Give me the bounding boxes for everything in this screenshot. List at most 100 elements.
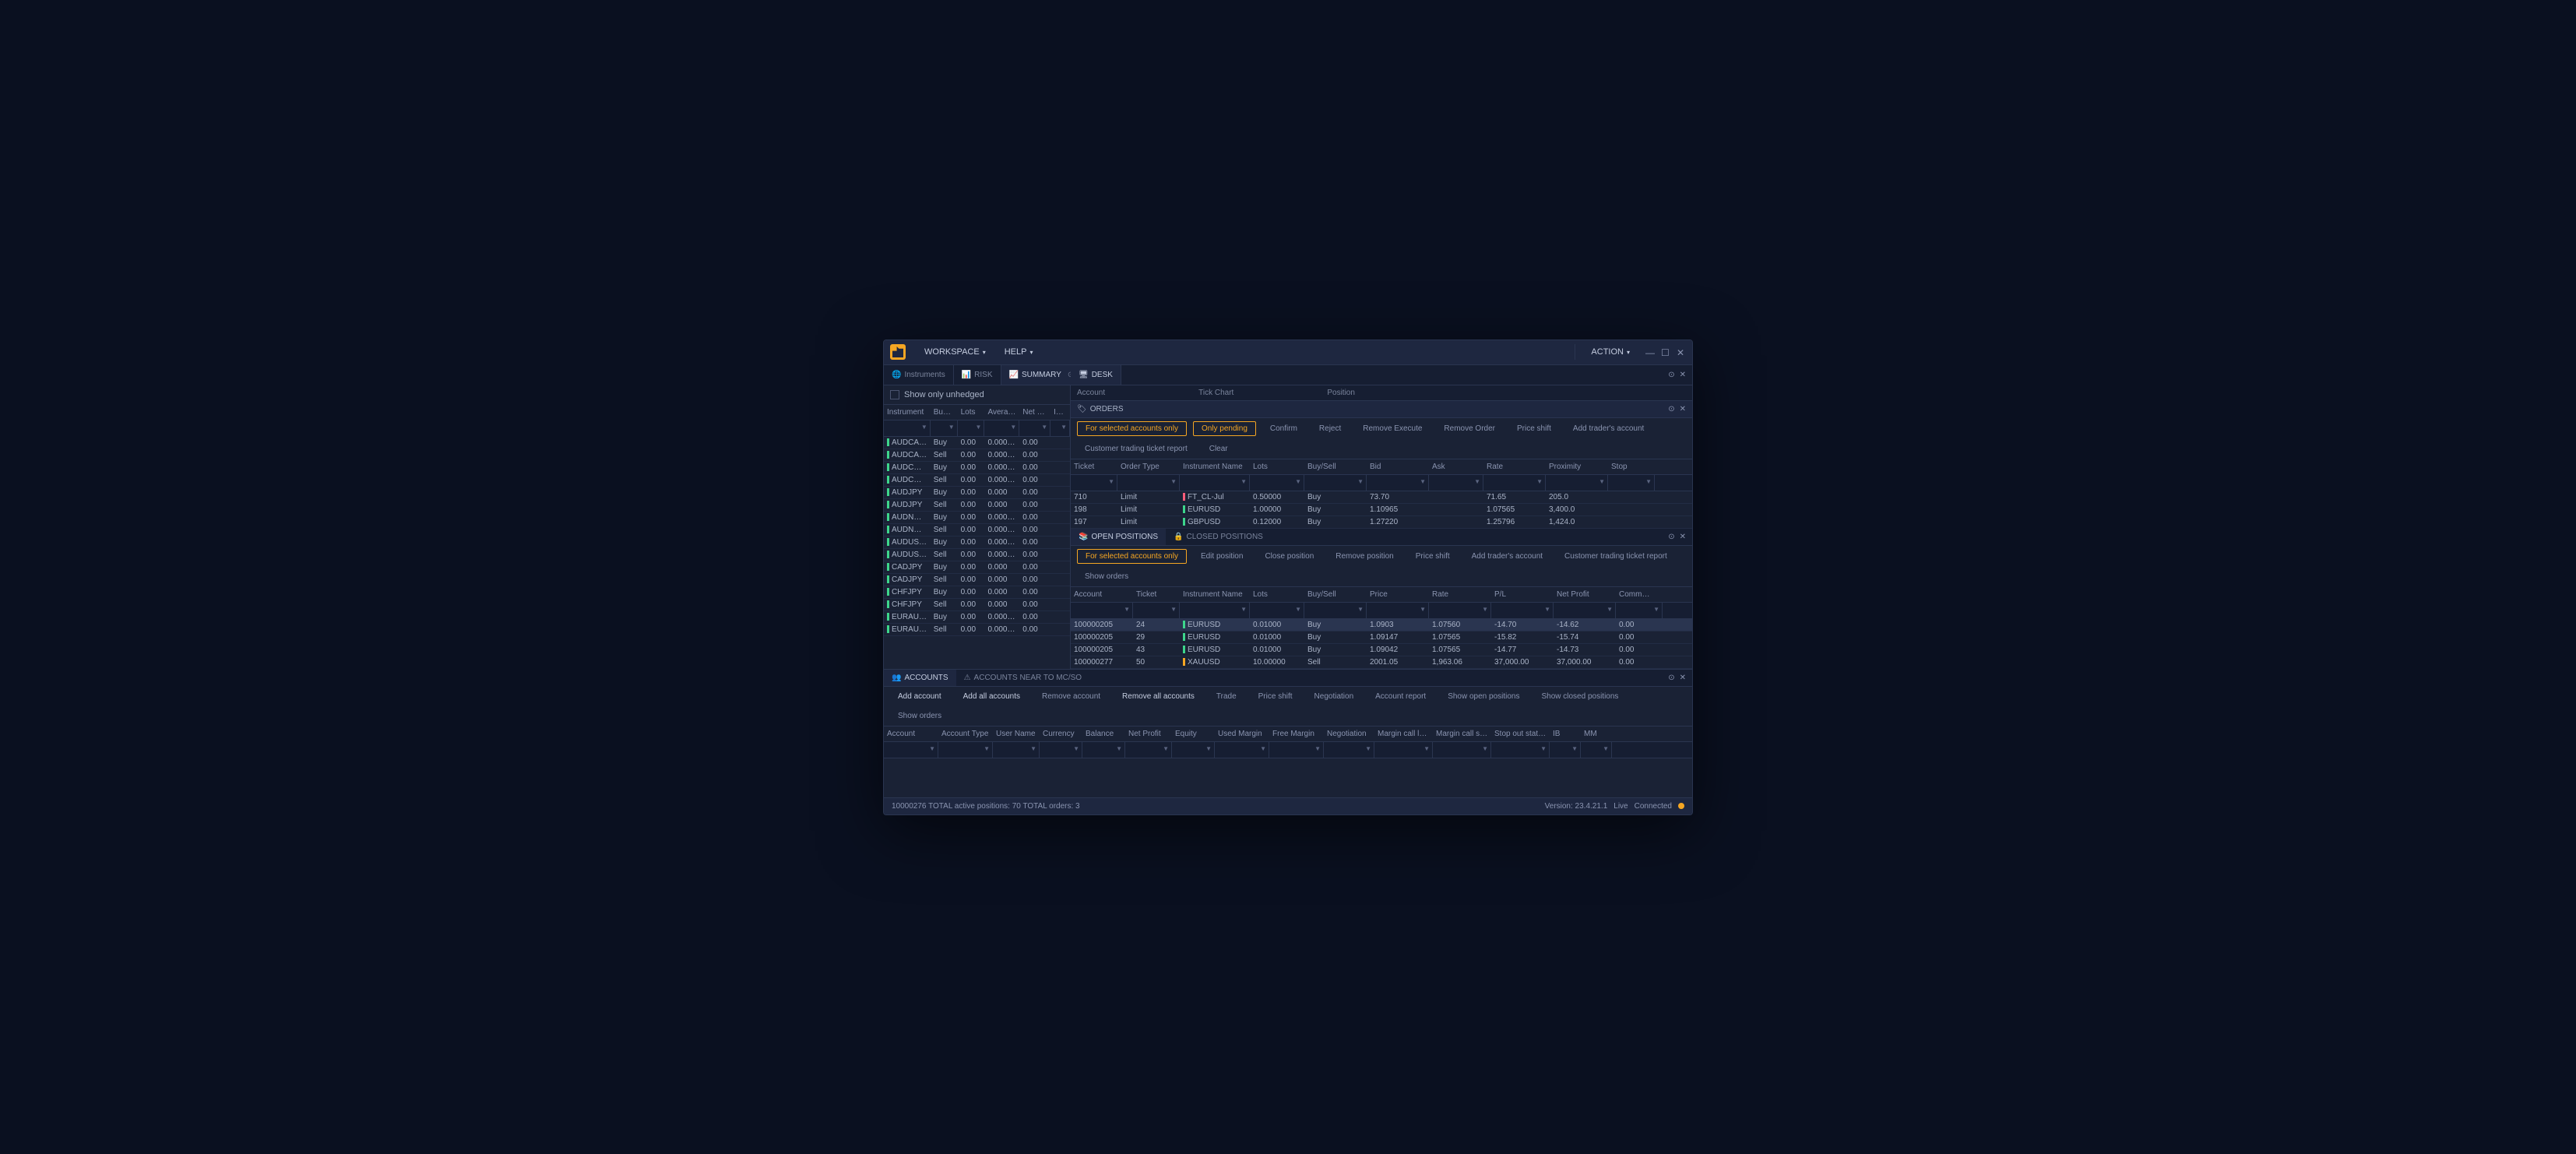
position-row[interactable]: 10000020524EURUSD0.01000Buy1.09031.07560…: [1071, 619, 1692, 632]
filter-cell[interactable]: ▼: [1050, 420, 1070, 436]
order-row[interactable]: 198LimitEURUSD1.00000Buy1.109651.075653,…: [1071, 504, 1692, 516]
filter-cell[interactable]: ▼: [1616, 603, 1663, 618]
position-row[interactable]: 10000027750XAUUSD10.00000Sell2001.051,96…: [1071, 656, 1692, 669]
position-row[interactable]: 10000020543EURUSD0.01000Buy1.090421.0756…: [1071, 644, 1692, 656]
summary-row[interactable]: CHFJPYBuy0.000.0000.00: [884, 586, 1070, 599]
filter-cell[interactable]: ▼: [1071, 475, 1117, 491]
confirm-button[interactable]: Confirm: [1262, 422, 1305, 435]
filter-cell[interactable]: ▼: [958, 420, 985, 436]
help-menu[interactable]: HELP▾: [995, 340, 1043, 364]
price-shift-button[interactable]: Price shift: [1251, 690, 1300, 703]
close-icon[interactable]: ✕: [1680, 533, 1686, 541]
filter-cell[interactable]: ▼: [931, 420, 958, 436]
filter-cell[interactable]: ▼: [1250, 603, 1304, 618]
summary-row[interactable]: EURAU…Sell0.000.0000C0.00: [884, 624, 1070, 636]
summary-row[interactable]: AUDN…Sell0.000.0000C0.00: [884, 524, 1070, 537]
show-open-positions-button[interactable]: Show open positions: [1440, 690, 1527, 703]
summary-row[interactable]: AUDC…Sell0.000.0000C0.00: [884, 474, 1070, 487]
filter-cell[interactable]: ▼: [1180, 475, 1250, 491]
position-row[interactable]: 10000020529EURUSD0.01000Buy1.091471.0756…: [1071, 632, 1692, 644]
clear-button[interactable]: Clear: [1202, 442, 1236, 456]
summary-row[interactable]: AUDCA…Sell0.000.0000C0.00: [884, 449, 1070, 462]
summary-row[interactable]: AUDCA…Buy0.000.0000C0.00: [884, 437, 1070, 449]
filter-cell[interactable]: ▼: [1491, 742, 1550, 758]
filter-cell[interactable]: ▼: [1367, 603, 1429, 618]
filter-cell[interactable]: ▼: [1429, 475, 1483, 491]
summary-row[interactable]: EURAU…Buy0.000.0000C0.00: [884, 611, 1070, 624]
filter-cell[interactable]: ▼: [1180, 603, 1250, 618]
order-row[interactable]: 197LimitGBPUSD0.12000Buy1.272201.257961,…: [1071, 516, 1692, 529]
summary-row[interactable]: AUDUS…Buy0.000.0000C0.00: [884, 537, 1070, 549]
filter-cell[interactable]: ▼: [1172, 742, 1215, 758]
unhedged-checkbox[interactable]: [890, 390, 899, 399]
close-icon[interactable]: ✕: [1680, 405, 1686, 413]
filter-cell[interactable]: ▼: [938, 742, 993, 758]
show-orders-button[interactable]: Show orders: [1077, 570, 1136, 583]
filter-cell[interactable]: ▼: [884, 742, 938, 758]
ticket-report-button[interactable]: Customer trading ticket report: [1077, 442, 1195, 456]
filter-cell[interactable]: ▼: [1550, 742, 1581, 758]
for-selected-only-button[interactable]: For selected accounts only: [1077, 421, 1187, 436]
close-icon[interactable]: ✕: [1680, 674, 1686, 682]
close-icon[interactable]: ✕: [1680, 371, 1686, 379]
show-orders-button[interactable]: Show orders: [890, 709, 949, 723]
show-closed-positions-button[interactable]: Show closed positions: [1533, 690, 1626, 703]
workspace-menu[interactable]: WORKSPACE▾: [915, 340, 995, 364]
edit-position-button[interactable]: Edit position: [1193, 550, 1251, 563]
account-report-button[interactable]: Account report: [1367, 690, 1434, 703]
summary-row[interactable]: CADJPYSell0.000.0000.00: [884, 574, 1070, 586]
remove-order-button[interactable]: Remove Order: [1436, 422, 1503, 435]
filter-cell[interactable]: ▼: [1125, 742, 1172, 758]
pin-icon[interactable]: ⊙: [1668, 674, 1674, 682]
add-all-accounts-button[interactable]: Add all accounts: [955, 690, 1028, 703]
filter-cell[interactable]: ▼: [1082, 742, 1125, 758]
filter-cell[interactable]: ▼: [1367, 475, 1429, 491]
trade-button[interactable]: Trade: [1209, 690, 1244, 703]
summary-row[interactable]: AUDUS…Sell0.000.0000C0.00: [884, 549, 1070, 561]
tab-instruments[interactable]: 🌐Instruments: [884, 365, 954, 385]
tab-accounts-near-mc[interactable]: ⚠ACCOUNTS NEAR TO MC/SO: [956, 670, 1090, 686]
for-selected-only-button[interactable]: For selected accounts only: [1077, 549, 1187, 564]
remove-account-button[interactable]: Remove account: [1034, 690, 1108, 703]
filter-cell[interactable]: ▼: [1117, 475, 1180, 491]
remove-execute-button[interactable]: Remove Execute: [1355, 422, 1430, 435]
filter-cell[interactable]: ▼: [1269, 742, 1324, 758]
filter-cell[interactable]: ▼: [884, 420, 931, 436]
action-menu[interactable]: ACTION▾: [1582, 340, 1639, 364]
ticket-report-button[interactable]: Customer trading ticket report: [1557, 550, 1675, 563]
summary-row[interactable]: AUDJPYSell0.000.0000.00: [884, 499, 1070, 512]
filter-cell[interactable]: ▼: [1483, 475, 1546, 491]
summary-row[interactable]: CADJPYBuy0.000.0000.00: [884, 561, 1070, 574]
filter-cell[interactable]: ▼: [1581, 742, 1612, 758]
filter-cell[interactable]: ▼: [1374, 742, 1433, 758]
filter-cell[interactable]: ▼: [1546, 475, 1608, 491]
filter-cell[interactable]: ▼: [993, 742, 1040, 758]
filter-cell[interactable]: ▼: [1554, 603, 1616, 618]
remove-position-button[interactable]: Remove position: [1328, 550, 1401, 563]
close-position-button[interactable]: Close position: [1257, 550, 1321, 563]
add-account-button[interactable]: Add account: [890, 690, 949, 703]
filter-cell[interactable]: ▼: [1491, 603, 1554, 618]
tab-desk[interactable]: 🖥DESK: [1071, 365, 1121, 385]
tab-open-positions[interactable]: 📚OPEN POSITIONS: [1071, 529, 1166, 545]
close-button[interactable]: ✕: [1677, 347, 1686, 357]
maximize-button[interactable]: ☐: [1661, 347, 1670, 357]
pin-icon[interactable]: ⊙: [1668, 405, 1674, 413]
price-shift-button[interactable]: Price shift: [1408, 550, 1458, 563]
order-row[interactable]: 710LimitFT_CL-Jul0.50000Buy73.7071.65205…: [1071, 491, 1692, 504]
filter-cell[interactable]: ▼: [1608, 475, 1655, 491]
pin-icon[interactable]: ⊙: [1668, 533, 1674, 541]
summary-row[interactable]: CHFJPYSell0.000.0000.00: [884, 599, 1070, 611]
negotiation-button[interactable]: Negotiation: [1307, 690, 1362, 703]
filter-cell[interactable]: ▼: [1304, 603, 1367, 618]
tab-risk[interactable]: 📊RISK: [954, 365, 1001, 385]
tab-closed-positions[interactable]: 🔒CLOSED POSITIONS: [1166, 529, 1271, 545]
minimize-button[interactable]: —: [1645, 347, 1655, 357]
filter-cell[interactable]: ▼: [1133, 603, 1180, 618]
pin-icon[interactable]: ⊙: [1668, 371, 1674, 379]
filter-cell[interactable]: ▼: [1250, 475, 1304, 491]
summary-row[interactable]: AUDC…Buy0.000.0000C0.00: [884, 462, 1070, 474]
price-shift-button[interactable]: Price shift: [1509, 422, 1559, 435]
remove-all-accounts-button[interactable]: Remove all accounts: [1114, 690, 1202, 703]
filter-cell[interactable]: ▼: [1215, 742, 1269, 758]
